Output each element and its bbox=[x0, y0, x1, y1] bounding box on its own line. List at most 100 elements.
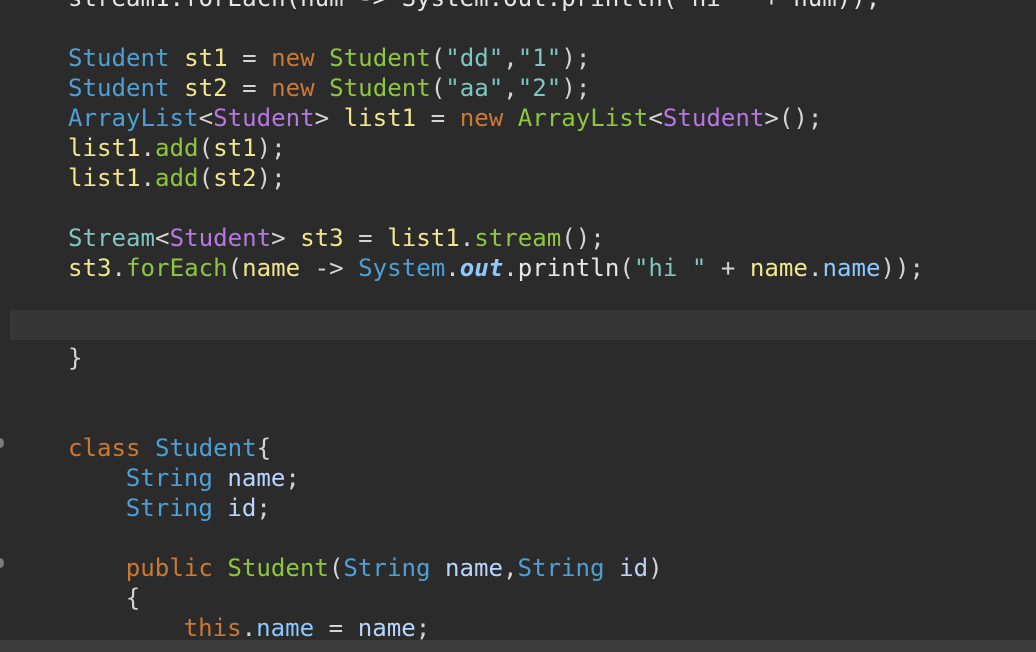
code-token: st2 bbox=[213, 164, 257, 192]
code-token: Student bbox=[213, 104, 315, 132]
code-token: name bbox=[242, 254, 301, 282]
horizontal-scrollbar[interactable] bbox=[0, 640, 1036, 652]
code-token: out bbox=[459, 254, 504, 282]
code-token: Student bbox=[155, 434, 257, 462]
code-token: { bbox=[125, 584, 141, 612]
code-token: ( bbox=[227, 254, 243, 282]
code-token: . bbox=[140, 164, 156, 192]
code-token: -> bbox=[300, 254, 359, 282]
code-token: name bbox=[227, 464, 286, 492]
code-token: Student bbox=[329, 44, 431, 72]
code-token: = bbox=[227, 74, 272, 102]
code-token: Student bbox=[68, 74, 170, 102]
code-token: ( bbox=[328, 554, 344, 582]
code-line[interactable]: } bbox=[0, 343, 1036, 373]
code-token: . bbox=[140, 134, 156, 162]
code-line[interactable]: String id; bbox=[0, 493, 1036, 523]
code-token: ArrayList bbox=[517, 104, 649, 132]
code-line[interactable] bbox=[0, 373, 1036, 403]
code-token: . bbox=[807, 254, 823, 282]
code-token: String bbox=[125, 464, 213, 492]
code-token: Stream bbox=[68, 224, 156, 252]
code-token: add bbox=[155, 134, 199, 162]
code-line[interactable] bbox=[0, 523, 1036, 553]
code-token: System bbox=[358, 254, 446, 282]
code-line[interactable]: Stream<Student> st3 = list1.stream(); bbox=[0, 223, 1036, 253]
code-token: > bbox=[314, 104, 344, 132]
code-token: } bbox=[68, 344, 83, 372]
code-token: (); bbox=[561, 224, 605, 252]
code-token: ); bbox=[561, 44, 591, 72]
code-token: "hi " bbox=[633, 254, 707, 282]
code-token: forEach bbox=[126, 254, 228, 282]
code-token: st1 bbox=[213, 134, 257, 162]
code-line[interactable] bbox=[0, 13, 1036, 43]
code-token: Student bbox=[169, 224, 272, 252]
code-token: ); bbox=[561, 74, 591, 102]
code-token: list1 bbox=[387, 224, 460, 252]
code-token: , bbox=[503, 74, 518, 102]
code-line[interactable]: Student st1 = new Student("dd","1"); bbox=[0, 43, 1036, 73]
code-line[interactable]: stream1.forEach(num -> System.out.printl… bbox=[0, 0, 1036, 13]
code-editor[interactable]: stream1.forEach(num -> System.out.printl… bbox=[0, 0, 1036, 652]
code-token: println bbox=[517, 254, 620, 282]
code-token: = bbox=[227, 44, 272, 72]
code-token: "dd" bbox=[445, 44, 504, 72]
code-line[interactable]: st3.forEach(name -> System.out.println("… bbox=[0, 253, 1036, 283]
code-line[interactable]: class Student{ bbox=[0, 433, 1036, 463]
code-token: "aa" bbox=[445, 74, 504, 102]
code-line[interactable]: this.name = name; bbox=[0, 613, 1036, 643]
code-token: class bbox=[68, 434, 141, 462]
code-line[interactable]: { bbox=[0, 583, 1036, 613]
code-line[interactable]: ArrayList<Student> list1 = new ArrayList… bbox=[0, 103, 1036, 133]
code-token: public bbox=[125, 554, 213, 582]
code-token: list1 bbox=[68, 134, 141, 162]
code-line[interactable]: String name; bbox=[0, 463, 1036, 493]
code-line[interactable]: public Student(String name,String id) bbox=[0, 553, 1036, 583]
code-line[interactable] bbox=[0, 403, 1036, 433]
code-token: ); bbox=[256, 134, 286, 162]
code-token: ; bbox=[415, 614, 431, 642]
code-token: < bbox=[198, 104, 214, 132]
code-token: new bbox=[271, 74, 315, 102]
code-line[interactable]: list1.add(st1); bbox=[0, 133, 1036, 163]
code-token: name bbox=[357, 614, 416, 642]
code-token: ; bbox=[285, 464, 300, 492]
code-token: = bbox=[343, 224, 388, 252]
code-line[interactable]: Student st2 = new Student("aa","2"); bbox=[0, 73, 1036, 103]
code-token: ( bbox=[198, 164, 214, 192]
code-token: = bbox=[314, 614, 358, 642]
code-line[interactable] bbox=[0, 283, 1036, 313]
code-line[interactable] bbox=[0, 193, 1036, 223]
code-token: < bbox=[155, 224, 170, 252]
code-token: id bbox=[619, 554, 649, 582]
code-token: Student bbox=[329, 74, 431, 102]
code-token: . bbox=[503, 254, 518, 282]
code-token: = bbox=[416, 104, 460, 132]
code-token: String bbox=[125, 494, 213, 522]
code-token: . bbox=[241, 614, 257, 642]
code-line[interactable]: list1.add(st2); bbox=[0, 163, 1036, 193]
code-token: ( bbox=[430, 44, 446, 72]
code-token: st2 bbox=[184, 74, 228, 102]
code-token: ( bbox=[430, 74, 446, 102]
code-token: String bbox=[343, 554, 431, 582]
code-token: > bbox=[271, 224, 301, 252]
code-token: Student bbox=[227, 554, 329, 582]
code-token: )); bbox=[880, 254, 925, 282]
code-token: >(); bbox=[764, 104, 823, 132]
code-token: name bbox=[822, 254, 881, 282]
code-token: new bbox=[459, 104, 504, 132]
code-token: "2" bbox=[517, 74, 562, 102]
code-line[interactable] bbox=[0, 313, 1036, 343]
code-token: add bbox=[155, 164, 199, 192]
code-token: String bbox=[517, 554, 605, 582]
code-token: ( bbox=[198, 134, 214, 162]
